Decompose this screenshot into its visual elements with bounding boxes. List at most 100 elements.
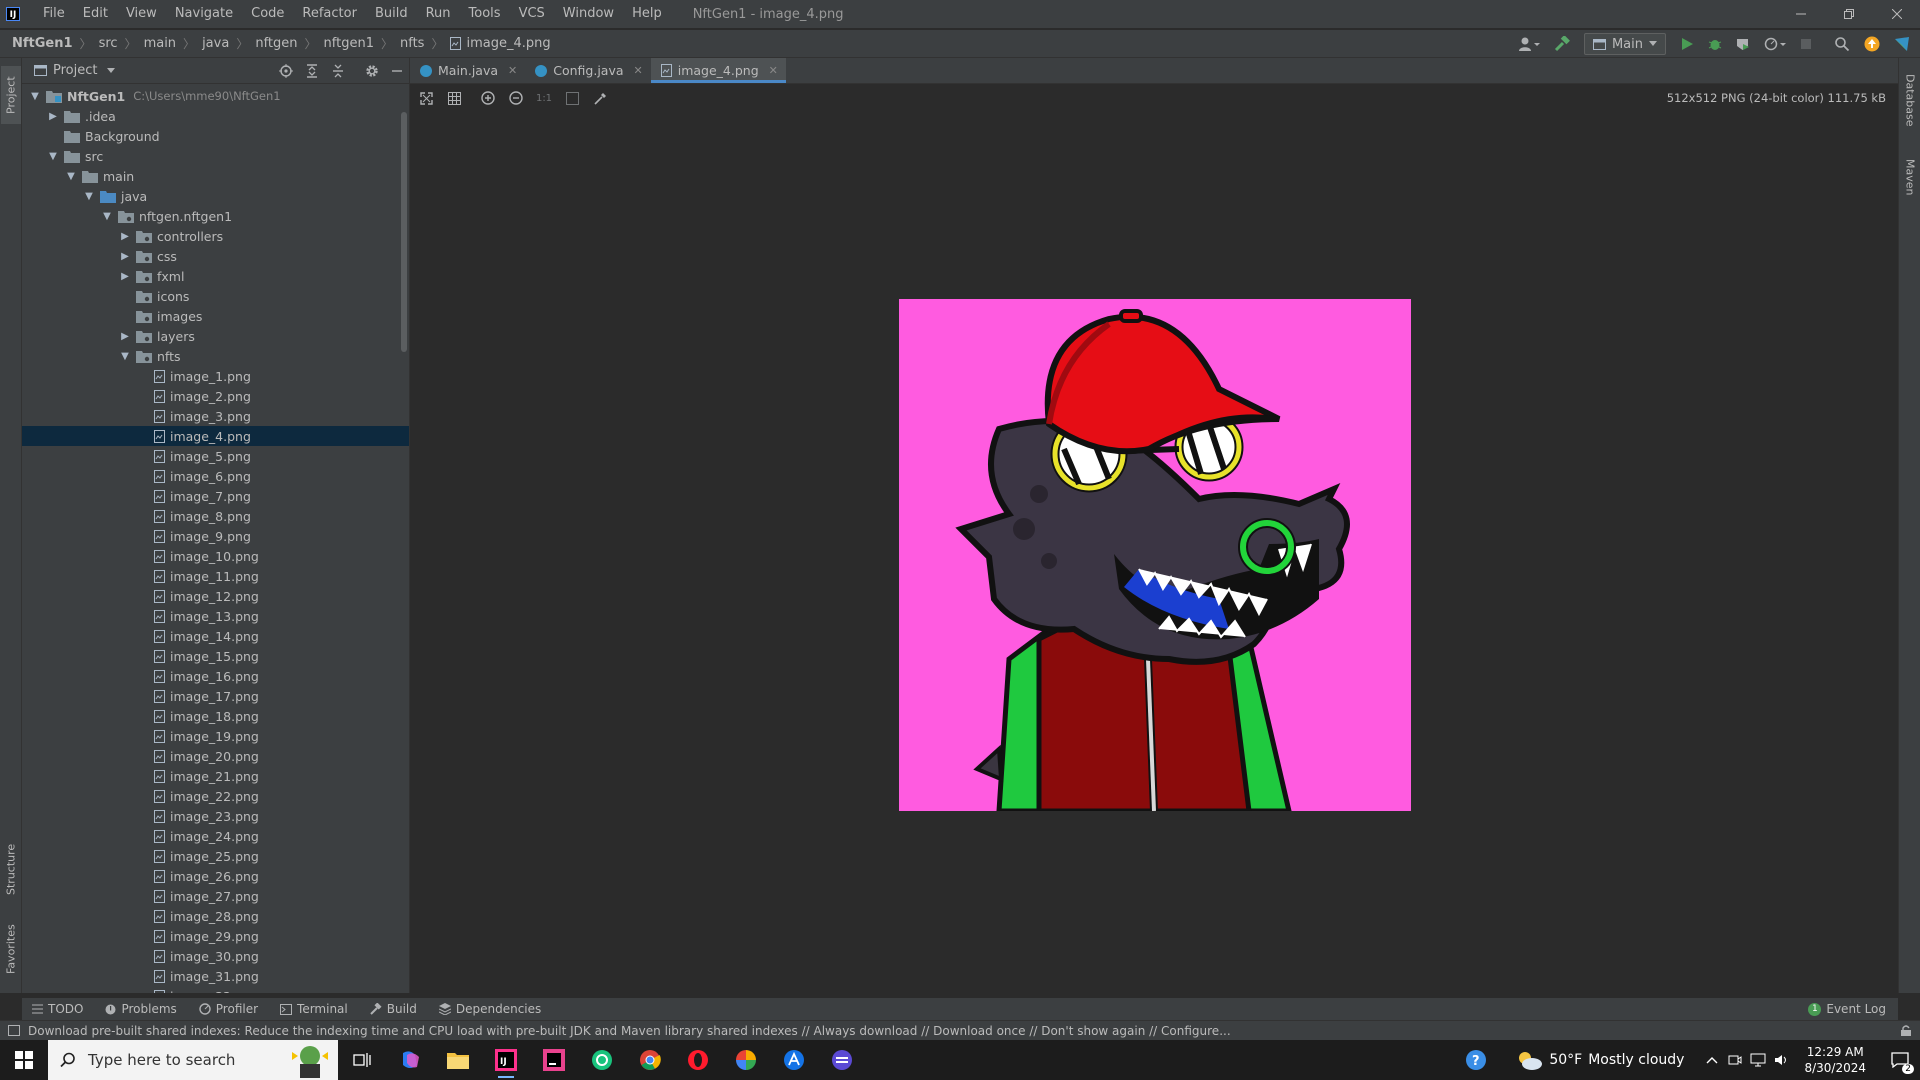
chevron-down-icon[interactable]: ▼ bbox=[100, 209, 114, 223]
breadcrumb-file[interactable]: image_4.png bbox=[466, 36, 550, 51]
toggle-grid-button[interactable] bbox=[446, 90, 462, 106]
tree-node-nfts[interactable]: ▼ nfts bbox=[22, 346, 409, 366]
file-item[interactable]: image_2.png bbox=[22, 386, 409, 406]
problems-tool-button[interactable]: Problems bbox=[105, 1002, 177, 1016]
chessboard-button[interactable] bbox=[564, 90, 580, 106]
chevron-down-icon[interactable]: ▼ bbox=[46, 149, 60, 163]
copilot-app[interactable] bbox=[386, 1040, 434, 1080]
chevron-down-icon[interactable]: ▼ bbox=[64, 169, 78, 183]
search-everywhere-icon[interactable] bbox=[1834, 36, 1850, 52]
lock-icon[interactable] bbox=[1900, 1025, 1912, 1037]
chevron-down-icon[interactable] bbox=[107, 67, 116, 74]
expand-all-icon[interactable] bbox=[305, 64, 319, 78]
menu-view[interactable]: View bbox=[117, 0, 166, 28]
ide-update-icon[interactable] bbox=[1864, 36, 1880, 52]
clock[interactable]: 12:29 AM 8/30/2024 bbox=[1804, 1044, 1866, 1076]
tab-main-java[interactable]: Main.java ✕ bbox=[410, 58, 525, 83]
project-tool-tab[interactable]: Project bbox=[1, 66, 21, 124]
menu-build[interactable]: Build bbox=[366, 0, 417, 28]
app-store-app[interactable] bbox=[770, 1040, 818, 1080]
tree-node-background[interactable]: Background bbox=[22, 126, 409, 146]
breadcrumb-src[interactable]: src bbox=[99, 36, 118, 51]
opera-app[interactable] bbox=[674, 1040, 722, 1080]
favorites-tool-tab[interactable]: Favorites bbox=[1, 918, 21, 980]
file-item[interactable]: image_4.png bbox=[22, 426, 409, 446]
file-item[interactable]: image_24.png bbox=[22, 826, 409, 846]
tab-image-4[interactable]: image_4.png ✕ bbox=[650, 58, 786, 83]
notifications-button[interactable]: 2 bbox=[1880, 1040, 1920, 1080]
chevron-down-icon[interactable]: ▼ bbox=[82, 189, 96, 203]
chevron-right-icon[interactable]: ▶ bbox=[118, 329, 132, 343]
event-log-button[interactable]: 1 Event Log bbox=[1808, 998, 1886, 1020]
file-item[interactable]: image_19.png bbox=[22, 726, 409, 746]
breadcrumb-nfts[interactable]: nfts bbox=[400, 36, 424, 51]
breadcrumb-nftgen1[interactable]: nftgen1 bbox=[324, 36, 374, 51]
chevron-down-icon[interactable]: ▼ bbox=[118, 349, 132, 363]
menu-navigate[interactable]: Navigate bbox=[166, 0, 242, 28]
tree-node-project-root[interactable]: ▼ NftGen1 C:\Users\mme90\NftGen1 bbox=[22, 86, 409, 106]
network-icon[interactable] bbox=[1750, 1053, 1766, 1067]
hide-panel-icon[interactable] bbox=[391, 64, 403, 78]
file-item[interactable]: image_20.png bbox=[22, 746, 409, 766]
project-view-selector[interactable]: Project bbox=[53, 63, 97, 78]
tree-scrollbar[interactable] bbox=[401, 112, 407, 352]
profiler-tool-button[interactable]: Profiler bbox=[199, 1002, 258, 1016]
file-item[interactable]: image_3.png bbox=[22, 406, 409, 426]
file-item[interactable]: image_10.png bbox=[22, 546, 409, 566]
structure-tool-tab[interactable]: Structure bbox=[1, 838, 21, 900]
volume-icon[interactable] bbox=[1774, 1053, 1790, 1067]
dependencies-tool-button[interactable]: Dependencies bbox=[438, 1002, 541, 1016]
chevron-down-icon[interactable]: ▼ bbox=[28, 89, 42, 103]
menu-edit[interactable]: Edit bbox=[74, 0, 117, 28]
menu-file[interactable]: File bbox=[34, 0, 74, 28]
file-item[interactable]: image_15.png bbox=[22, 646, 409, 666]
file-item[interactable]: image_29.png bbox=[22, 926, 409, 946]
file-item[interactable]: image_27.png bbox=[22, 886, 409, 906]
menu-vcs[interactable]: VCS bbox=[510, 0, 554, 28]
file-item[interactable]: image_18.png bbox=[22, 706, 409, 726]
chatgpt-app[interactable] bbox=[578, 1040, 626, 1080]
file-item[interactable]: image_32.png bbox=[22, 986, 409, 993]
chevron-right-icon[interactable]: ▶ bbox=[118, 229, 132, 243]
run-icon[interactable] bbox=[1680, 37, 1694, 51]
profiler-run-icon[interactable] bbox=[1764, 37, 1786, 51]
file-item[interactable]: image_6.png bbox=[22, 466, 409, 486]
file-item[interactable]: image_9.png bbox=[22, 526, 409, 546]
run-configuration-select[interactable]: Main bbox=[1583, 33, 1666, 55]
tree-node-css[interactable]: ▶ css bbox=[22, 246, 409, 266]
breadcrumb-project[interactable]: NftGen1 bbox=[12, 36, 73, 51]
tree-node-package[interactable]: ▼ nftgen.nftgen1 bbox=[22, 206, 409, 226]
actual-size-button[interactable]: 1:1 bbox=[536, 90, 552, 106]
status-panel-icon[interactable] bbox=[8, 1025, 20, 1036]
chevron-right-icon[interactable]: ▶ bbox=[46, 109, 60, 123]
chevron-right-icon[interactable]: ▶ bbox=[118, 249, 132, 263]
tree-node-main[interactable]: ▼ main bbox=[22, 166, 409, 186]
breadcrumb-main[interactable]: main bbox=[144, 36, 176, 51]
gear-icon[interactable] bbox=[365, 64, 379, 78]
file-explorer-app[interactable] bbox=[434, 1040, 482, 1080]
zoom-in-button[interactable] bbox=[480, 90, 496, 106]
webstorm-app[interactable] bbox=[530, 1040, 578, 1080]
chevron-up-icon[interactable] bbox=[1706, 1056, 1718, 1064]
zoom-out-button[interactable] bbox=[508, 90, 524, 106]
menu-tools[interactable]: Tools bbox=[460, 0, 510, 28]
file-item[interactable]: image_14.png bbox=[22, 626, 409, 646]
build-hammer-icon[interactable] bbox=[1554, 36, 1570, 52]
weather-temp[interactable]: 50°F bbox=[1549, 1052, 1582, 1068]
tree-node-images[interactable]: images bbox=[22, 306, 409, 326]
collapse-all-icon[interactable] bbox=[331, 64, 345, 78]
file-item[interactable]: image_31.png bbox=[22, 966, 409, 986]
build-tool-button[interactable]: Build bbox=[370, 1002, 417, 1016]
file-item[interactable]: image_26.png bbox=[22, 866, 409, 886]
file-item[interactable]: image_5.png bbox=[22, 446, 409, 466]
minimize-button[interactable] bbox=[1778, 0, 1824, 28]
close-icon[interactable]: ✕ bbox=[634, 64, 643, 77]
tree-node-layers[interactable]: ▶ layers bbox=[22, 326, 409, 346]
file-item[interactable]: image_8.png bbox=[22, 506, 409, 526]
file-item[interactable]: image_13.png bbox=[22, 606, 409, 626]
intellij-app[interactable]: IJ bbox=[482, 1040, 530, 1080]
chevron-right-icon[interactable]: ▶ bbox=[118, 269, 132, 283]
weather-desc[interactable]: Mostly cloudy bbox=[1588, 1052, 1684, 1068]
task-view-button[interactable] bbox=[338, 1040, 386, 1080]
user-account-icon[interactable] bbox=[1518, 36, 1540, 52]
